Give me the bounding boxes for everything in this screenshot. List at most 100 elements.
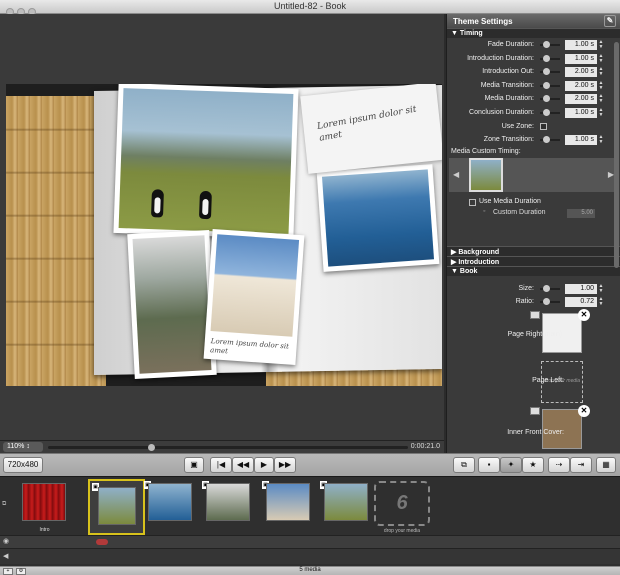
size-slider[interactable] bbox=[540, 284, 560, 292]
eye-icon[interactable]: ◉ bbox=[3, 537, 9, 545]
media-tile[interactable]: ▣ bbox=[200, 479, 257, 535]
stepper-icon[interactable]: ▲ ▼ bbox=[598, 53, 604, 64]
play-icon[interactable]: ▶ bbox=[254, 457, 274, 473]
section-timing-label: Timing bbox=[459, 30, 483, 37]
section-book[interactable]: ▼ Book bbox=[447, 265, 620, 276]
photo-arch: Lorem ipsum dolor sit amet bbox=[203, 228, 305, 366]
resolution-button[interactable]: 720x480 bbox=[3, 457, 43, 473]
chevron-left-icon[interactable]: ◀ bbox=[453, 170, 459, 179]
custom-duration-field[interactable]: 5.00 bbox=[567, 208, 595, 218]
page-left-row: drop your media Page Left: bbox=[447, 360, 620, 405]
export-icon[interactable]: ⇥ bbox=[570, 457, 592, 473]
intro-thumbnail bbox=[22, 483, 66, 521]
duration-slider[interactable] bbox=[540, 68, 560, 76]
preview-canvas: Lorem ipsum dolor sit amet Lorem ipsum d… bbox=[0, 14, 444, 440]
media-thumbnail[interactable] bbox=[469, 157, 503, 192]
panel-header: Theme Settings ✎ bbox=[447, 14, 620, 28]
duration-slider[interactable] bbox=[540, 41, 560, 48]
ratio-slider[interactable] bbox=[540, 298, 560, 306]
media-tile-intro[interactable]: Intro bbox=[16, 479, 73, 535]
radio-icon[interactable]: ◦ bbox=[483, 208, 485, 215]
setting-row: Introduction Duration: 1.00 s ▲ ▼ bbox=[447, 52, 620, 66]
ratio-field[interactable]: 0.72 bbox=[565, 297, 597, 308]
scrubber-knob[interactable] bbox=[148, 444, 155, 451]
duration-field[interactable]: 1.00 s bbox=[565, 53, 597, 64]
duration-field[interactable]: 2.00 s bbox=[565, 80, 597, 91]
remove-icon[interactable]: ✕ bbox=[578, 404, 590, 417]
penguin-figure bbox=[151, 189, 164, 218]
stepper-icon[interactable]: ▲ ▼ bbox=[598, 107, 604, 118]
media-tile[interactable]: ▣ bbox=[142, 479, 199, 535]
penguin-figure bbox=[198, 190, 212, 220]
stepper-icon[interactable]: ▲ ▼ bbox=[598, 67, 604, 77]
theme-icon[interactable]: ✦ bbox=[500, 457, 522, 473]
section-timing[interactable]: ▼ Timing bbox=[447, 28, 620, 38]
stepper-icon[interactable]: ▲ ▼ bbox=[598, 283, 604, 294]
duration-slider[interactable] bbox=[540, 95, 560, 103]
duration-slider[interactable] bbox=[540, 54, 560, 62]
section-background[interactable]: ▶ Background bbox=[447, 245, 620, 256]
sound-lane[interactable]: ◀ bbox=[0, 548, 620, 564]
media-tile-selected[interactable]: ▣ bbox=[88, 479, 145, 535]
skip-start-icon[interactable]: |◀ bbox=[210, 457, 232, 473]
duration-field[interactable]: 1.00 s bbox=[565, 107, 597, 118]
inner-front-cover-label: Inner Front Cover: bbox=[507, 428, 564, 436]
favorite-icon[interactable]: ★ bbox=[522, 457, 544, 473]
bamboo-background bbox=[6, 96, 106, 386]
image-icon[interactable] bbox=[530, 406, 540, 415]
stepper-icon[interactable]: ▲ ▼ bbox=[598, 40, 604, 50]
duration-field[interactable]: 1.00 s bbox=[565, 40, 597, 50]
duration-slider[interactable] bbox=[540, 136, 560, 144]
import-icon[interactable]: ⇢ bbox=[548, 457, 570, 473]
media-icon[interactable]: ▪ bbox=[478, 457, 500, 473]
stack-icon[interactable]: ⧉ bbox=[2, 501, 12, 509]
zoom-select[interactable]: 110% ↕ bbox=[3, 442, 43, 452]
preview-stage: Lorem ipsum dolor sit amet Lorem ipsum d… bbox=[6, 84, 442, 386]
duration-slider[interactable] bbox=[540, 81, 560, 89]
fullscreen-icon[interactable]: ▦ bbox=[596, 457, 616, 473]
disclosure-closed-icon: ▶ bbox=[451, 248, 457, 256]
disclosure-closed-icon: ▶ bbox=[451, 258, 457, 266]
section-book-label: Book bbox=[459, 267, 478, 275]
remove-icon[interactable]: ✕ bbox=[578, 308, 590, 321]
use-media-duration-label: Use Media Duration bbox=[479, 197, 541, 205]
wrench-icon[interactable]: ✎ bbox=[604, 15, 616, 27]
panel-scrollbar[interactable] bbox=[614, 42, 619, 268]
stepper-icon[interactable]: ▲ ▼ bbox=[598, 297, 604, 307]
media-count: 5 media bbox=[299, 567, 321, 573]
main-toolbar: 720x480 ▣ |◀ ◀◀ ▶ ▶▶ ⧉ ▪ ✦ ★ ⇢ ⇥ ▦ bbox=[0, 453, 620, 476]
duration-slider[interactable] bbox=[540, 108, 560, 116]
duration-field[interactable]: 2.00 s bbox=[565, 67, 597, 78]
scrubber-track[interactable] bbox=[48, 444, 408, 451]
speaker-icon[interactable]: ◀ bbox=[3, 552, 8, 560]
section-introduction[interactable]: ▶ Introduction bbox=[447, 255, 620, 266]
page-right-row: ✕ Page Right(main): bbox=[447, 308, 620, 361]
size-field[interactable]: 1.00 bbox=[565, 283, 597, 294]
slideshow-icon[interactable]: ⧉ bbox=[453, 457, 475, 473]
setting-label: Ratio: bbox=[515, 298, 534, 306]
setting-row-ratio: Ratio: 0.72 ▲ ▼ bbox=[447, 295, 620, 309]
stepper-icon[interactable]: ▲ ▼ bbox=[598, 80, 604, 91]
chevron-updown-icon: ↕ bbox=[26, 443, 30, 450]
setting-row: Media Duration: 2.00 s ▲ ▼ bbox=[447, 92, 620, 106]
drop-media-slot[interactable]: 6 bbox=[374, 481, 430, 526]
use-zone-checkbox[interactable] bbox=[540, 122, 547, 130]
setting-row: Conclusion Duration: 1.00 s ▲ ▼ bbox=[447, 106, 620, 120]
stepper-icon[interactable]: ▲ ▼ bbox=[598, 135, 604, 145]
rewind-icon[interactable]: ◀◀ bbox=[232, 457, 254, 473]
audio-lane[interactable]: ◉ bbox=[0, 535, 620, 548]
image-icon[interactable] bbox=[530, 310, 540, 319]
use-media-duration-checkbox[interactable] bbox=[469, 198, 476, 206]
media-tile[interactable]: ▣ bbox=[260, 479, 317, 535]
setting-label: Fade Duration: bbox=[487, 41, 534, 48]
preview-icon[interactable]: ▣ bbox=[184, 457, 204, 473]
duration-field[interactable]: 1.00 s bbox=[565, 135, 597, 146]
media-thumbnail bbox=[148, 483, 192, 521]
fast-forward-icon[interactable]: ▶▶ bbox=[274, 457, 296, 473]
status-bar: + ⚙ 5 media bbox=[0, 566, 620, 575]
stepper-icon[interactable]: ▲ ▼ bbox=[598, 94, 604, 104]
media-tile[interactable]: ▣ bbox=[318, 479, 375, 535]
duration-field[interactable]: 2.00 s bbox=[565, 94, 597, 105]
audio-marker[interactable] bbox=[96, 539, 108, 545]
theme-settings-panel: Theme Settings ✎ ▼ Timing Fade Duration:… bbox=[446, 14, 620, 453]
